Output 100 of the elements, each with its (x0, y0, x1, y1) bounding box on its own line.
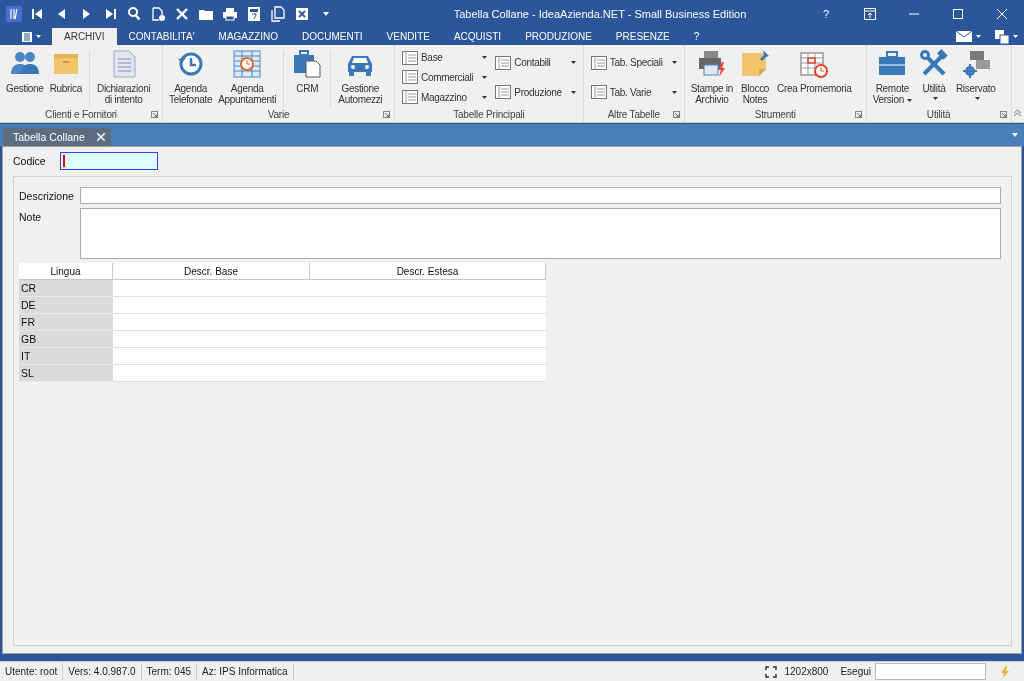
ribbon-tab[interactable]: DOCUMENTI (290, 28, 375, 45)
column-header[interactable]: Descr. Base (113, 263, 310, 280)
group-label: Varie (267, 109, 290, 120)
table-icon (495, 55, 512, 70)
table-cell[interactable] (113, 314, 310, 331)
table-cell[interactable] (113, 348, 310, 365)
ribbon-button[interactable]: Crea Promemoria (775, 48, 854, 94)
ribbon-button[interactable]: Remote Version (870, 48, 914, 105)
table-cell[interactable] (310, 331, 546, 348)
ribbon-button[interactable]: Agenda Telefonate (167, 48, 215, 105)
copy-icon[interactable] (270, 6, 286, 22)
table-cell[interactable] (310, 280, 546, 297)
ribbon-menu-button[interactable]: Magazzino (401, 89, 489, 106)
run-label: Esegui (840, 666, 872, 677)
ribbon-tab[interactable]: ARCHIVI (52, 28, 117, 45)
dialog-launcher-icon[interactable] (151, 111, 158, 118)
dropdown-caret-icon (482, 76, 488, 79)
fullscreen-icon[interactable] (765, 665, 778, 678)
field-label: Note (19, 210, 43, 225)
document-tab[interactable]: Tabella Collane (3, 128, 111, 146)
dropdown-caret-icon (570, 61, 576, 65)
status-text: Utente: root (0, 663, 64, 680)
dialog-launcher-icon[interactable] (672, 111, 680, 118)
ribbon-tab[interactable]: CONTABILITA' (116, 28, 207, 45)
command-field[interactable] (875, 663, 986, 680)
ribbon-menu-button[interactable]: Base (401, 49, 489, 66)
dropdown-caret-icon (570, 90, 576, 94)
field-label: Descrizione (19, 189, 75, 204)
briefcase-document-icon (291, 48, 324, 80)
input-field[interactable] (80, 187, 1001, 204)
dropdown-caret-icon (974, 97, 980, 100)
input-field[interactable] (59, 152, 158, 170)
ribbon-button[interactable]: Stampe in Archivio (688, 48, 735, 105)
calendar-clock-icon (231, 48, 264, 80)
table-cell[interactable] (310, 365, 546, 382)
ribbon-tab[interactable]: MAGAZZINO (206, 28, 290, 45)
dropdown-caret-icon (906, 98, 912, 102)
ribbon-button[interactable]: Rubrica (47, 48, 84, 94)
status-text: Term: 045 (141, 663, 197, 680)
column-header[interactable]: Descr. Estesa (310, 263, 546, 280)
table-cell[interactable] (113, 331, 310, 348)
close-icon[interactable] (96, 133, 105, 141)
table-cell[interactable] (310, 314, 546, 331)
app-menu-icon[interactable] (21, 30, 33, 43)
ribbon-menu-button[interactable]: Commerciali (401, 69, 489, 86)
ribbon-button[interactable]: Gestione Automezzi (336, 48, 385, 105)
mail-icon[interactable] (956, 31, 972, 42)
ribbon-button[interactable]: Gestione (4, 48, 46, 94)
ribbon-tab[interactable]: ACQUISTI (441, 28, 514, 45)
windows-icon[interactable] (995, 29, 1009, 44)
maximize-icon[interactable] (953, 9, 963, 19)
field-label: Codice (13, 155, 46, 167)
table-cell[interactable] (113, 365, 310, 382)
collapse-ribbon-icon[interactable] (1013, 109, 1023, 116)
caret-icon (976, 35, 981, 38)
ribbon-button[interactable]: Dichiarazioni di intento (95, 48, 153, 105)
help-button[interactable]: ? (804, 0, 848, 28)
new-document-icon[interactable] (150, 6, 166, 22)
ribbon-button[interactable]: Utilità (915, 48, 952, 100)
dialog-launcher-icon[interactable] (383, 111, 390, 118)
status-text: Az: IPS Informatica (197, 663, 294, 680)
language-cell: GB (19, 331, 113, 348)
table-icon (495, 85, 512, 100)
ribbon-menu-button[interactable]: Produzione (494, 84, 577, 101)
window-title: Tabella Collane - IdeaAzienda.NET - Small Business Edition (452, 8, 748, 20)
dropdown-caret-icon (671, 90, 677, 94)
group-label: Altre Tabelle (607, 109, 660, 120)
ribbon-button[interactable]: Blocco Notes (737, 48, 773, 105)
table-cell[interactable] (113, 297, 310, 314)
ribbon-display-icon[interactable] (864, 8, 876, 20)
ribbon-tab[interactable]: PRESENZE (603, 28, 682, 45)
ribbon-menu-button[interactable]: Tab. Speciali (589, 54, 678, 71)
table-cell[interactable] (310, 297, 546, 314)
dropdown-caret-icon (932, 97, 938, 100)
group-label: Clienti e Fornitori (45, 109, 117, 120)
table-icon (402, 70, 418, 85)
table-icon (402, 50, 418, 65)
group-label: Utilità (926, 109, 951, 120)
language-cell: FR (19, 314, 113, 331)
caret-icon[interactable] (1012, 133, 1018, 137)
dialog-launcher-icon[interactable] (999, 111, 1007, 118)
excel-icon[interactable] (294, 6, 310, 22)
delete-icon[interactable] (174, 6, 190, 22)
ribbon-menu-button[interactable]: Tab. Varie (589, 84, 678, 101)
table-cell[interactable] (113, 280, 310, 297)
dialog-launcher-icon[interactable] (854, 111, 862, 118)
ribbon-button[interactable]: Agenda Appuntamenti (216, 48, 279, 105)
ribbon-menu-button[interactable]: Contabili (494, 54, 577, 71)
search-icon[interactable] (126, 6, 142, 22)
ribbon-button[interactable]: CRM (289, 48, 326, 94)
ribbon-tab[interactable]: ? (681, 28, 712, 45)
table-cell[interactable] (310, 348, 546, 365)
calculator-icon[interactable] (246, 6, 262, 22)
column-header[interactable]: Lingua (19, 263, 113, 280)
ribbon-tab[interactable]: PRODUZIONE (513, 28, 604, 45)
ribbon-button[interactable]: Riservato (953, 48, 998, 100)
ribbon-tab[interactable]: VENDITE (374, 28, 442, 45)
close-icon[interactable] (997, 9, 1007, 19)
printer-icon[interactable] (222, 6, 238, 22)
logo-icon[interactable] (6, 6, 22, 22)
